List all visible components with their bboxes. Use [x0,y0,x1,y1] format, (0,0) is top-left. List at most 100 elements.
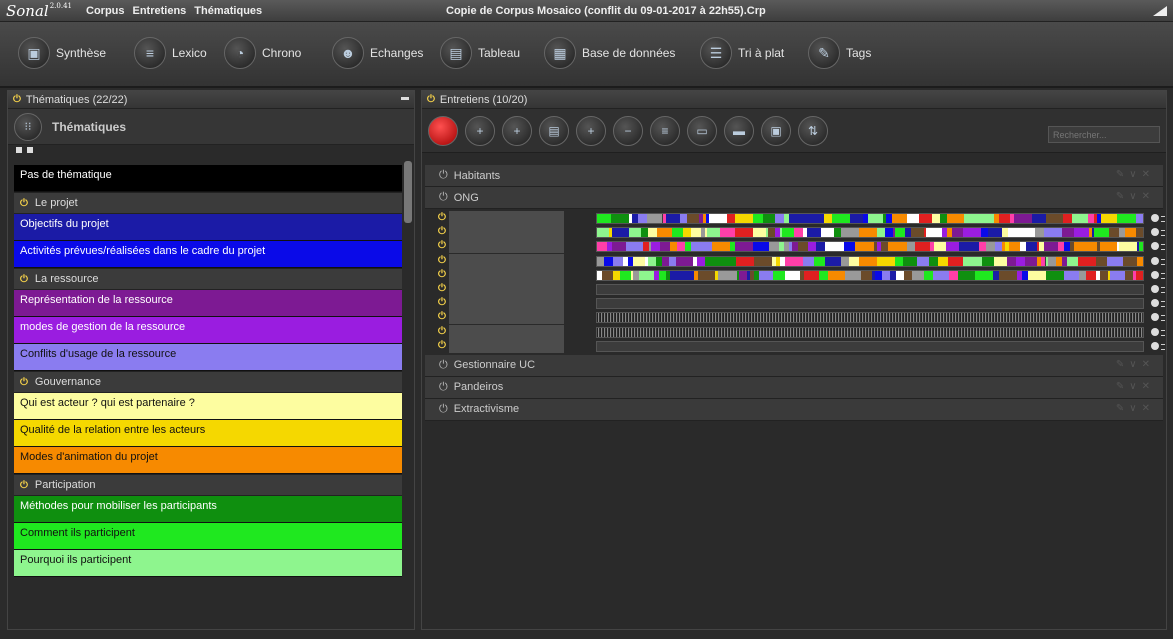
resize-corner-icon[interactable] [1153,6,1167,16]
filter-checkbox[interactable] [27,147,33,153]
interview-row[interactable]: ⏻ [425,310,1165,325]
power-icon[interactable]: ⏻ [438,226,446,237]
add-person-icon[interactable]: + [576,115,606,146]
power-icon[interactable]: ⏻ [438,240,446,251]
theme-item[interactable]: Comment ils participent [14,523,402,550]
interview-menu-icon[interactable] [1151,214,1165,222]
power-icon[interactable]: ⏻ [20,274,28,285]
interview-menu-icon[interactable] [1151,327,1165,336]
timeline-icon[interactable]: ▬ [724,115,754,146]
theme-item[interactable]: Représentation de la ressource [14,290,402,317]
interview-group-header[interactable]: ⏻ Pandeiros ✎∨✕ [425,376,1163,399]
interview-timeline-bar[interactable] [596,283,1144,295]
menu-thematiques[interactable]: Thématiques [194,5,262,17]
power-icon[interactable]: ⏻ [439,169,448,182]
search-input[interactable] [1048,126,1160,143]
theme-group-header[interactable]: ⏻ Le projet [14,192,402,214]
interviews-panel-header[interactable]: ⏻ Entretiens (10/20) [422,91,1166,109]
power-icon[interactable]: ⏻ [438,212,446,223]
tableau-button[interactable]: ▤ Tableau [440,37,520,69]
theme-item[interactable]: Modes d'animation du projet [14,447,402,474]
power-icon[interactable]: ⏻ [438,255,446,266]
theme-group-header[interactable]: ⏻ Participation [14,474,402,496]
group-actions-icon[interactable]: ✎∨✕ [1116,191,1155,202]
synthese-button[interactable]: ▣ Synthèse [18,37,106,69]
power-icon[interactable]: ⏻ [438,283,446,294]
power-icon[interactable]: ⏻ [439,381,448,394]
power-icon[interactable]: ⏻ [20,480,28,491]
power-icon[interactable]: ⏻ [439,403,448,416]
interview-timeline-bar[interactable] [596,227,1144,239]
interview-row[interactable]: ⏻ [425,253,1165,268]
interview-row[interactable]: ⏻ [425,281,1165,296]
lexico-button[interactable]: ≡ Lexico [134,37,207,69]
remove-person-icon[interactable]: − [613,115,643,146]
interview-timeline-bar[interactable] [596,340,1144,352]
theme-item[interactable]: Activités prévues/réalisées dans le cadr… [14,241,402,268]
interview-row[interactable]: ⏻ [425,324,1165,339]
tri-a-plat-button[interactable]: ☰ Tri à plat [700,37,784,69]
group-actions-icon[interactable]: ✎∨✕ [1116,169,1155,180]
edit-list-icon[interactable]: ▭ [687,115,717,146]
interview-row[interactable]: ⏻ [425,211,1165,225]
interview-row[interactable]: ⏻ [425,239,1165,254]
interview-menu-icon[interactable] [1151,270,1165,279]
interview-timeline-bar[interactable] [596,269,1144,281]
interview-menu-icon[interactable] [1151,313,1165,322]
list-icon[interactable]: ≡ [650,115,680,146]
interview-menu-icon[interactable] [1151,341,1165,350]
tags-button[interactable]: ✎ Tags [808,37,871,69]
interview-row[interactable]: ⏻ [425,338,1165,353]
group-actions-icon[interactable]: ✎∨✕ [1116,359,1155,370]
power-icon[interactable]: ⏻ [438,340,446,351]
filter-checkbox[interactable] [16,147,22,153]
settings-list-icon[interactable]: ▣ [761,115,791,146]
add-file-icon[interactable]: + [502,115,532,146]
interview-timeline-bar[interactable] [596,312,1144,324]
interview-timeline-bar[interactable] [596,298,1144,310]
group-actions-icon[interactable]: ✎∨✕ [1116,381,1155,392]
theme-item[interactable]: Pas de thématique [14,165,402,192]
menu-entretiens[interactable]: Entretiens [133,5,187,17]
power-icon[interactable]: ⏻ [20,377,28,388]
interview-menu-icon[interactable] [1151,299,1165,308]
interview-group-header[interactable]: ⏻ ONG ✎∨✕ [425,187,1163,209]
interview-timeline-bar[interactable] [596,326,1144,338]
interview-menu-icon[interactable] [1151,228,1165,237]
interview-group-header[interactable]: ⏻ Gestionnaire UC ✎∨✕ [425,354,1163,377]
power-icon[interactable]: ⏻ [438,269,446,280]
interview-timeline-bar[interactable] [596,213,1144,224]
document-icon[interactable]: ▤ [539,115,569,146]
interview-group-header[interactable]: ⏻ Habitants ✎∨✕ [425,165,1163,187]
theme-item[interactable]: Objectifs du projet [14,214,402,241]
group-actions-icon[interactable]: ✎∨✕ [1116,403,1155,414]
power-icon[interactable]: ⏻ [427,94,435,105]
minimize-icon[interactable] [401,97,409,100]
sort-icon[interactable]: ⇅ [798,115,828,146]
echanges-button[interactable]: ☻ Echanges [332,37,423,69]
power-icon[interactable]: ⏻ [439,359,448,372]
power-icon[interactable]: ⏻ [438,326,446,337]
add-media-icon[interactable]: + [465,115,495,146]
theme-group-header[interactable]: ⏻ La ressource [14,268,402,290]
theme-item[interactable]: Méthodes pour mobiliser les participants [14,496,402,523]
theme-item[interactable]: modes de gestion de la ressource [14,317,402,344]
theme-item[interactable]: Pourquoi ils participent [14,550,402,577]
menu-corpus[interactable]: Corpus [86,5,125,17]
power-icon[interactable]: ⏻ [13,94,21,105]
interview-row[interactable]: ⏻ [425,267,1165,282]
database-button[interactable]: ▦ Base de données [544,37,675,69]
interview-timeline-bar[interactable] [596,255,1144,267]
interview-menu-icon[interactable] [1151,284,1165,293]
theme-group-header[interactable]: ⏻ Gouvernance [14,371,402,393]
interview-row[interactable]: ⏻ [425,296,1165,311]
themes-panel-header[interactable]: ⏻ Thématiques (22/22) [8,91,414,109]
interview-timeline-bar[interactable] [596,241,1144,253]
grid-icon[interactable]: ⁝⁝ [14,112,42,141]
chrono-button[interactable]: ◔ Chrono [224,37,301,69]
interview-menu-icon[interactable] [1151,242,1165,251]
power-icon[interactable]: ⏻ [439,191,448,204]
interview-row[interactable]: ⏻ [425,225,1165,240]
themes-scrollbar[interactable] [404,161,412,223]
theme-item[interactable]: Qualité de la relation entre les acteurs [14,420,402,447]
